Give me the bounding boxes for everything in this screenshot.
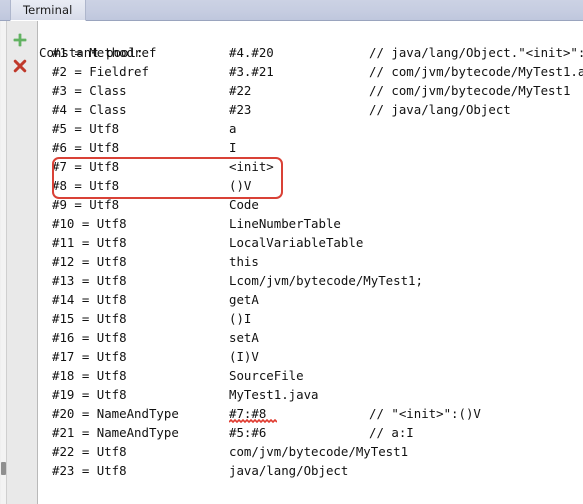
entry-index: #7 = Utf8 [52,159,120,174]
entry-index: #15 = Utf8 [52,311,127,326]
squiggly-underline-annotation [229,419,277,423]
entry-comment: // "<init>":()V [369,406,481,421]
entry-value: (I)V [229,349,259,364]
entry-index: #19 = Utf8 [52,387,127,402]
entry-value: #3.#21 [229,64,274,79]
entry-value: com/jvm/bytecode/MyTest1 [229,444,409,459]
entry-value: setA [229,330,259,345]
vertical-scrollbar-thumb[interactable] [1,462,6,475]
entry-index: #11 = Utf8 [52,235,127,250]
entry-index: #23 = Utf8 [52,463,127,478]
entry-index: #6 = Utf8 [52,140,120,155]
entry-value: <init> [229,159,274,174]
entry-value: SourceFile [229,368,304,383]
entry-value: #4.#20 [229,45,274,60]
entry-value: getA [229,292,259,307]
entry-value: a [229,121,237,136]
entry-index: #5 = Utf8 [52,121,120,136]
entry-index: #2 = Fieldref [52,64,149,79]
entry-index: #21 = NameAndType [52,425,179,440]
entry-comment: // com/jvm/bytecode/MyTest1 [369,83,571,98]
tab-terminal-label: Terminal [23,3,73,17]
output-line-header: Constant pool: [39,24,143,60]
entry-comment: // java/lang/Object."<init>":()V [369,45,583,60]
entry-value: LineNumberTable [229,216,341,231]
entry-value: #22 [229,83,252,98]
entry-value: I [229,140,237,155]
entry-index: #17 = Utf8 [52,349,127,364]
entry-index: #12 = Utf8 [52,254,127,269]
terminal-window: Terminal Constant pool: #1 = Methodref #… [0,0,583,504]
entry-index: #22 = Utf8 [52,444,127,459]
entry-index: #9 = Utf8 [52,197,120,212]
entry-index: #20 = NameAndType [52,406,179,421]
entry-index: #16 = Utf8 [52,330,127,345]
add-icon [13,33,27,47]
entry-value: MyTest1.java [229,387,319,402]
entry-value: #23 [229,102,252,117]
entry-index: #8 = Utf8 [52,178,120,193]
entry-comment: // java/lang/Object [369,102,511,117]
entry-comment: // com/jvm/bytecode/MyTest1.a:I [369,64,583,79]
entry-index: #1 = Methodref [52,45,157,60]
entry-value: ()I [229,311,252,326]
entry-value: LocalVariableTable [229,235,364,250]
vertical-scrollbar-track[interactable] [1,21,6,504]
entry-index: #4 = Class [52,102,127,117]
entry-value: Code [229,197,259,212]
close-session-button[interactable] [10,56,30,76]
terminal-side-toolbar [0,21,38,504]
entry-index: #10 = Utf8 [52,216,127,231]
entry-index: #18 = Utf8 [52,368,127,383]
scrollbar-strip [0,21,7,504]
entry-index: #3 = Class [52,83,127,98]
new-session-button[interactable] [10,30,30,50]
entry-comment: // a:I [369,425,414,440]
entry-value: ()V [229,178,252,193]
entry-value: #5:#6 [229,425,267,440]
entry-value: this [229,254,259,269]
output-line-footer: { [39,483,84,502]
terminal-output[interactable]: Constant pool: #1 = Methodref #4.#20 // ja… [39,21,583,504]
entry-value: java/lang/Object [229,463,349,478]
entry-index: #14 = Utf8 [52,292,127,307]
close-icon [13,59,27,73]
entry-value: Lcom/jvm/bytecode/MyTest1; [229,273,423,288]
entry-index: #13 = Utf8 [52,273,127,288]
tab-terminal[interactable]: Terminal [10,0,87,21]
tab-bar: Terminal [0,0,583,21]
